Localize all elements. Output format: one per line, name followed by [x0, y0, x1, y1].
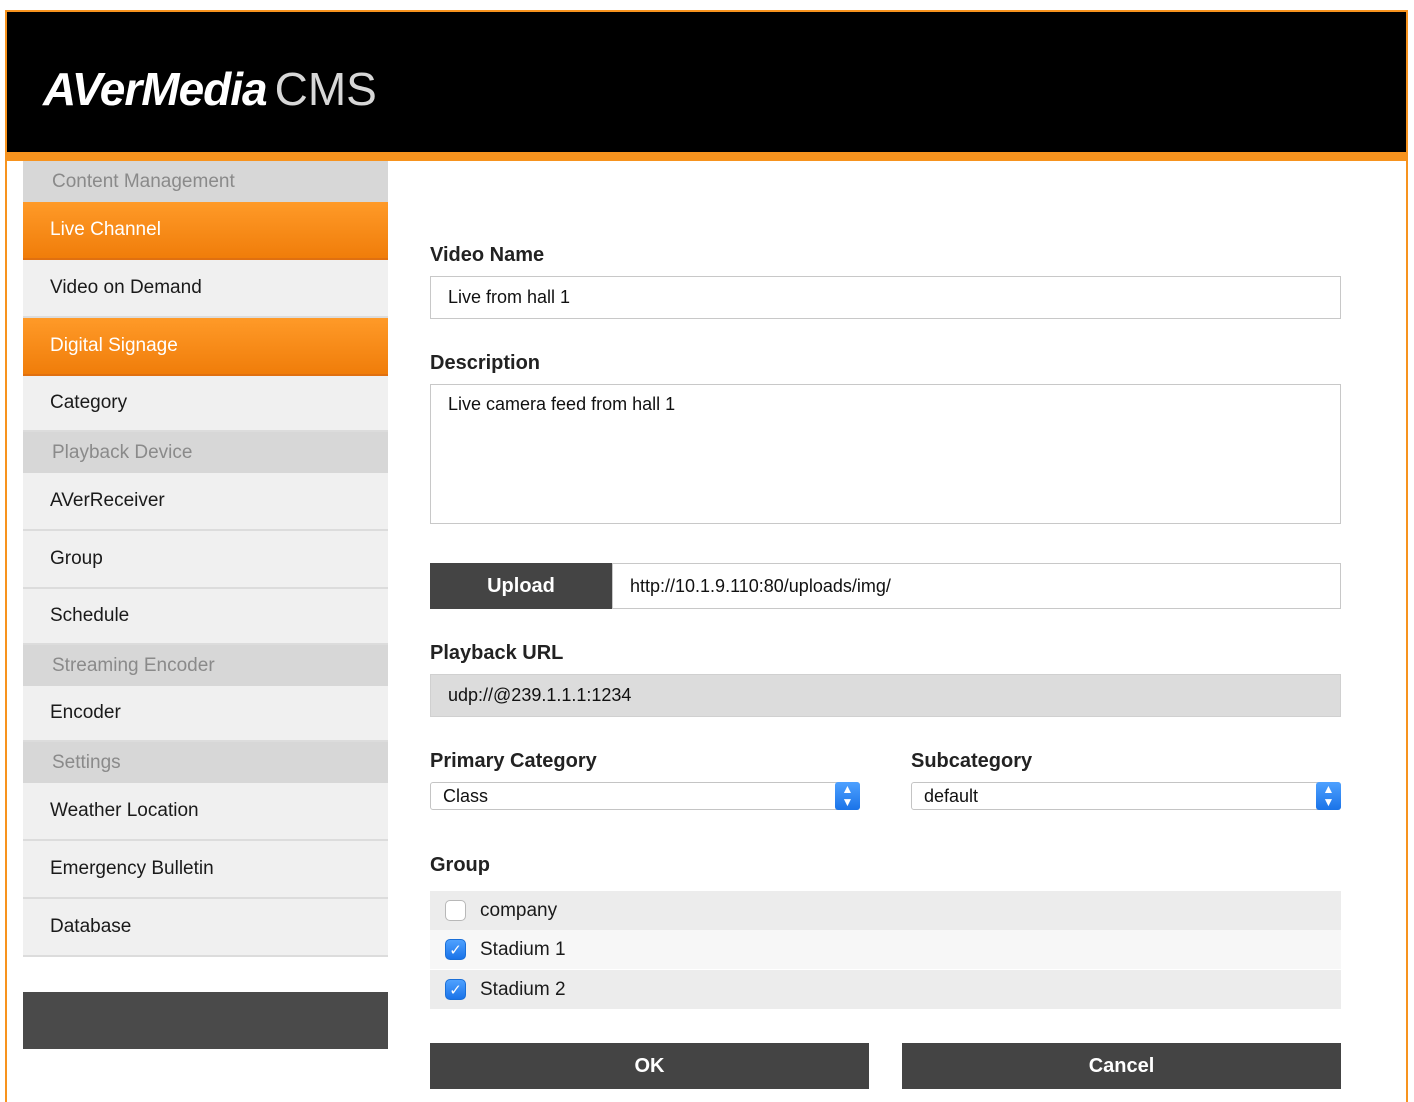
description-label: Description [430, 352, 541, 374]
sidebar-item-live-channel[interactable]: Live Channel [23, 202, 388, 260]
sidebar: Content Management Live Channel Video on… [23, 161, 388, 957]
select-updown-icon: ▲ ▼ [835, 782, 860, 810]
sidebar-item-averreceiver[interactable]: AVerReceiver [23, 473, 388, 531]
sidebar-item-category[interactable]: Category [23, 376, 388, 432]
checkbox-checked[interactable]: ✓ [445, 979, 466, 1000]
checkbox-checked[interactable]: ✓ [445, 939, 466, 960]
group-option-label: Stadium 1 [480, 938, 566, 960]
checkbox-unchecked[interactable] [445, 900, 466, 921]
primary-category-label: Primary Category [430, 750, 597, 772]
group-option-stadium-2[interactable]: ✓ Stadium 2 [430, 970, 1341, 1009]
select-updown-icon: ▲ ▼ [1316, 782, 1341, 810]
subcategory-select[interactable]: default ▲ ▼ [911, 782, 1341, 810]
description-textarea[interactable]: Live camera feed from hall 1 [430, 384, 1341, 524]
sidebar-item-video-on-demand[interactable]: Video on Demand [23, 260, 388, 318]
sidebar-item-weather-location[interactable]: Weather Location [23, 783, 388, 841]
primary-category-value: Class [443, 786, 489, 806]
sidebar-section-playback-device: Playback Device [23, 432, 388, 473]
primary-category-select[interactable]: Class ▲ ▼ [430, 782, 860, 810]
video-name-label: Video Name [430, 244, 545, 266]
playback-url-field: udp://@239.1.1.1:1234 [430, 674, 1341, 717]
playback-url-label: Playback URL [430, 642, 564, 664]
sidebar-item-schedule[interactable]: Schedule [23, 589, 388, 645]
group-option-company[interactable]: company [430, 891, 1341, 930]
sidebar-item-emergency-bulletin[interactable]: Emergency Bulletin [23, 841, 388, 899]
sidebar-section-streaming-encoder: Streaming Encoder [23, 645, 388, 686]
video-name-input[interactable]: Live from hall 1 [430, 276, 1341, 319]
group-option-stadium-1[interactable]: ✓ Stadium 1 [430, 930, 1341, 969]
sidebar-item-encoder[interactable]: Encoder [23, 686, 388, 742]
sidebar-footer-panel [23, 992, 388, 1049]
sidebar-item-digital-signage[interactable]: Digital Signage [23, 318, 388, 376]
cancel-button[interactable]: Cancel [902, 1043, 1341, 1089]
ok-button[interactable]: OK [430, 1043, 869, 1089]
group-option-label: company [480, 899, 558, 921]
upload-url-input[interactable]: http://10.1.9.110:80/uploads/img/ [612, 563, 1341, 609]
sidebar-item-database[interactable]: Database [23, 899, 388, 957]
sidebar-section-settings: Settings [23, 742, 388, 783]
subcategory-label: Subcategory [911, 750, 1033, 772]
upload-button[interactable]: Upload [430, 563, 612, 609]
group-option-label: Stadium 2 [480, 978, 566, 1000]
sidebar-item-group[interactable]: Group [23, 531, 388, 589]
group-label: Group [430, 854, 490, 876]
sidebar-section-content-management: Content Management [23, 161, 388, 202]
subcategory-value: default [924, 786, 979, 806]
